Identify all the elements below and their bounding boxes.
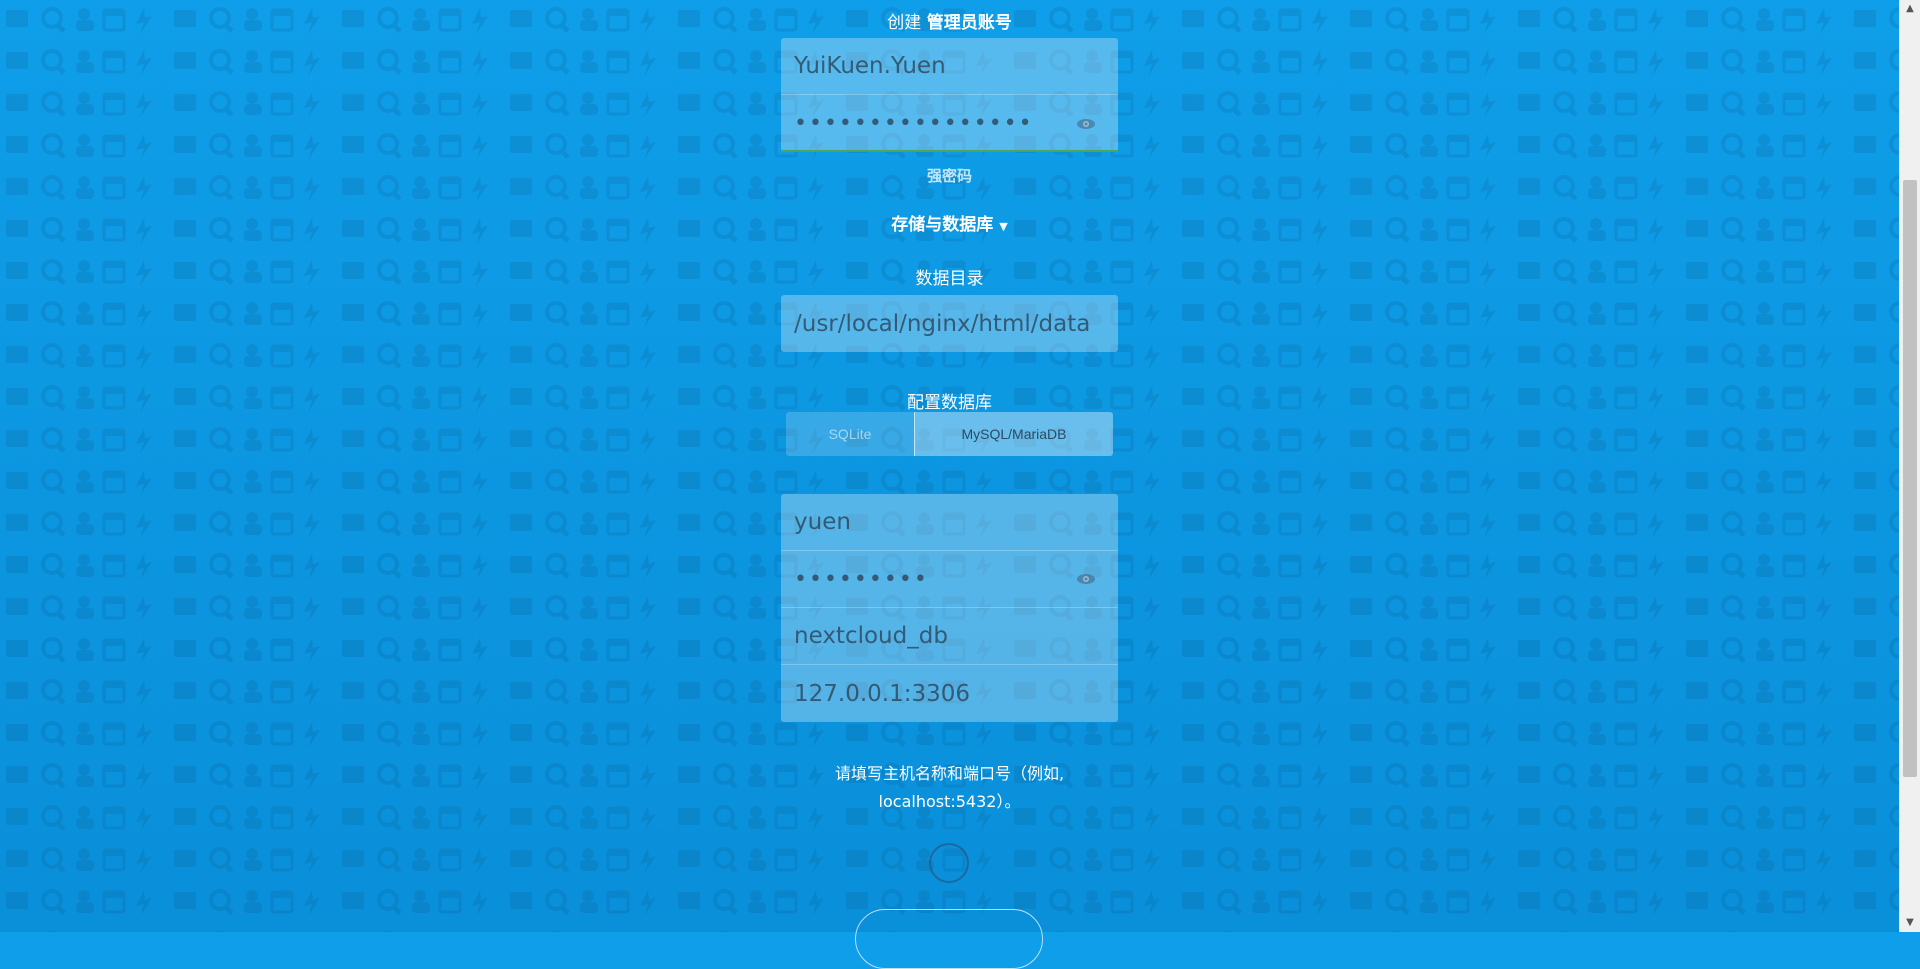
db-name-field[interactable]: nextcloud_db — [781, 608, 1118, 665]
host-hint-line2: localhost:5432）。 — [878, 792, 1021, 811]
eye-icon[interactable] — [1076, 573, 1096, 585]
database-credentials-group: yuen ••••••••• nextcloud_db 127.0.0.1:33… — [781, 494, 1118, 722]
data-directory-field[interactable]: /usr/local/nginx/html/data — [781, 295, 1118, 352]
db-password-value: ••••••••• — [794, 566, 929, 592]
host-hint: 请填写主机名称和端口号（例如, localhost:5432）。 — [781, 760, 1118, 816]
db-host-field[interactable]: 127.0.0.1:3306 — [781, 665, 1118, 722]
database-type-selector: SQLite MySQL/MariaDB — [786, 412, 1113, 456]
caret-down-icon: ▼ — [999, 220, 1008, 233]
db-user-field[interactable]: yuen — [781, 494, 1118, 551]
finish-setup-button[interactable] — [855, 909, 1043, 969]
db-option-sqlite[interactable]: SQLite — [786, 412, 914, 456]
configure-database-label: 配置数据库 — [907, 393, 992, 413]
db-option-mysql[interactable]: MySQL/MariaDB — [914, 412, 1113, 456]
admin-username-value: YuiKuen.Yuen — [794, 53, 946, 79]
admin-heading-bold: 管理员账号 — [926, 13, 1012, 33]
data-directory-group: /usr/local/nginx/html/data — [781, 295, 1118, 352]
scroll-thumb[interactable] — [1903, 180, 1917, 777]
data-directory-value: /usr/local/nginx/html/data — [794, 310, 1091, 337]
loading-spinner — [929, 843, 969, 883]
host-hint-line1: 请填写主机名称和端口号（例如, — [834, 764, 1065, 783]
admin-password-value: •••••••••••••••• — [794, 111, 1034, 136]
db-name-value: nextcloud_db — [794, 623, 948, 649]
storage-database-toggle[interactable]: 存储与数据库 ▼ — [781, 210, 1118, 235]
eye-icon[interactable] — [1076, 118, 1096, 130]
scrollbar[interactable]: ▲ ▼ — [1899, 0, 1920, 932]
admin-heading: 创建 管理员账号 — [781, 8, 1118, 33]
admin-credentials-group: YuiKuen.Yuen •••••••••••••••• — [781, 38, 1118, 152]
password-strength-bar — [781, 150, 1118, 152]
db-password-field[interactable]: ••••••••• — [781, 551, 1118, 608]
admin-username-field[interactable]: YuiKuen.Yuen — [781, 38, 1118, 95]
db-user-value: yuen — [794, 509, 851, 535]
admin-password-field[interactable]: •••••••••••••••• — [781, 95, 1118, 152]
admin-heading-prefix: 创建 — [887, 13, 922, 33]
password-strength-label: 强密码 — [926, 167, 972, 185]
db-host-value: 127.0.0.1:3306 — [794, 680, 971, 707]
scroll-up-arrow-icon[interactable]: ▲ — [1900, 0, 1920, 18]
data-directory-label: 数据目录 — [915, 269, 984, 289]
scroll-down-arrow-icon[interactable]: ▼ — [1900, 914, 1920, 932]
storage-toggle-label: 存储与数据库 — [891, 215, 994, 235]
